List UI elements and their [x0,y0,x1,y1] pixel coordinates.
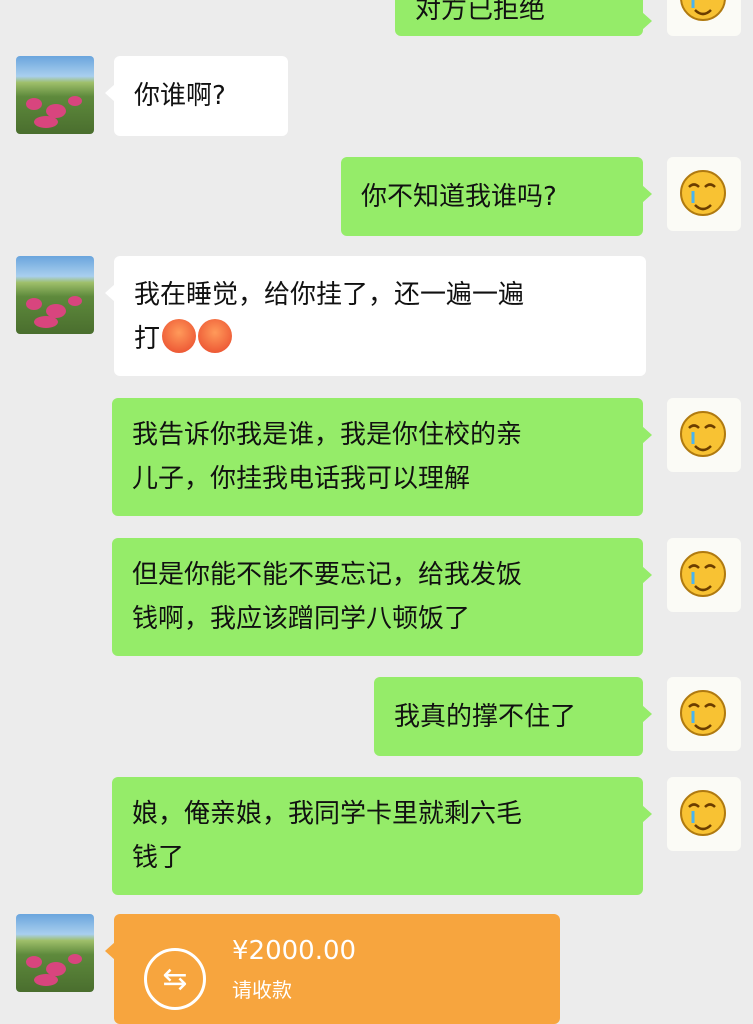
user-avatar-emoji[interactable] [667,398,741,472]
user-avatar-emoji[interactable] [667,677,741,751]
message-text: 对方已拒绝 [415,0,546,25]
money-transfer-card[interactable]: ⇆ ¥2000.00 请收款 [105,914,560,1024]
message-bubble-outgoing[interactable]: 但是你能不能不要忘记，给我发饭 钱啊，我应该蹭同学八顿饭了 [112,538,652,656]
user-avatar-emoji[interactable] [667,157,741,231]
contact-avatar[interactable] [16,256,94,334]
crying-face-icon [680,790,726,836]
transfer-note: 请收款 [232,978,292,1002]
message-bubble-incoming[interactable]: 你谁啊? [105,56,288,136]
message-text: 但是你能不能不要忘记，给我发饭 钱啊，我应该蹭同学八顿饭了 [132,560,523,634]
message-text: 我真的撑不住了 [394,701,577,732]
message-bubble-outgoing[interactable]: 娘，俺亲娘，我同学卡里就剩六毛 钱了 [112,777,652,895]
message-bubble-outgoing[interactable]: 对方已拒绝 [395,0,652,36]
message-text: 你不知道我谁吗? [361,181,557,212]
user-avatar-emoji[interactable] [667,777,741,851]
message-bubble-outgoing[interactable]: 我告诉你我是谁，我是你住校的亲 儿子，你挂我电话我可以理解 [112,398,652,516]
message-bubble-outgoing[interactable]: 我真的撑不住了 [374,677,652,756]
message-text: 我告诉你我是谁，我是你住校的亲 儿子，你挂我电话我可以理解 [132,420,523,494]
angry-face-icon [198,319,233,353]
message-text: 我在睡觉，给你挂了，还一遍一遍 打 [134,280,525,354]
crying-face-icon [680,690,726,736]
contact-avatar[interactable] [16,914,94,992]
crying-face-icon [680,411,726,457]
user-avatar-emoji[interactable] [667,538,741,612]
crying-face-icon [680,551,726,597]
message-bubble-outgoing[interactable]: 你不知道我谁吗? [341,157,652,236]
message-text: 娘，俺亲娘，我同学卡里就剩六毛 钱了 [132,799,523,873]
crying-face-icon [680,0,726,21]
message-bubble-incoming[interactable]: 我在睡觉，给你挂了，还一遍一遍 打 [105,256,646,376]
user-avatar-emoji[interactable] [667,0,741,36]
angry-face-icon [162,319,197,353]
contact-avatar[interactable] [16,56,94,134]
transfer-amount: ¥2000.00 [232,936,357,966]
transfer-icon: ⇆ [144,948,206,1010]
message-text: 你谁啊? [134,81,226,111]
crying-face-icon [680,170,726,216]
